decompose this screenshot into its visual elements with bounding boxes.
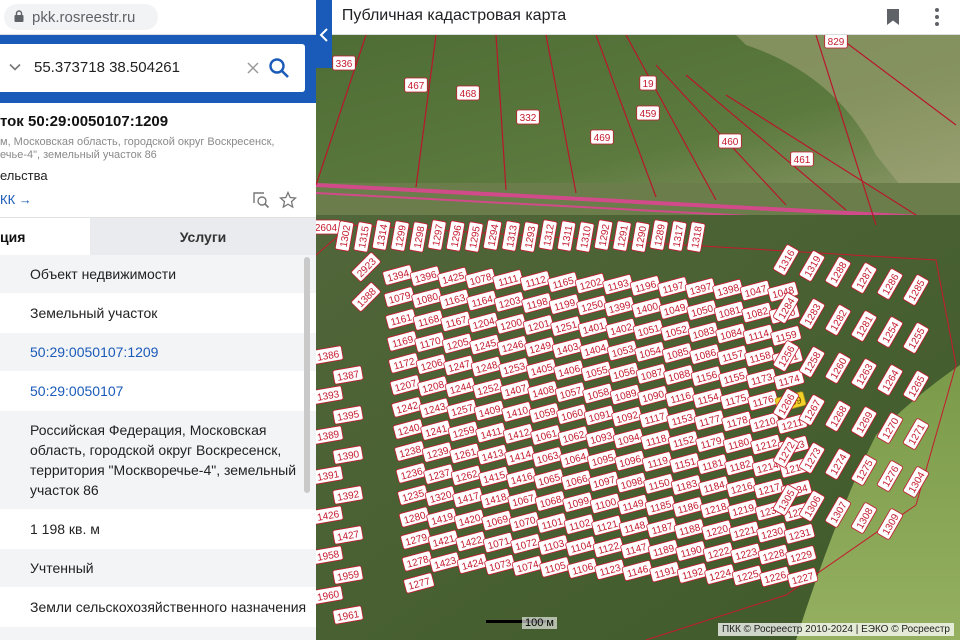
svg-text:829: 829 [828,37,845,48]
chevron-down-icon[interactable] [8,60,22,74]
parcel-label[interactable]: 332 [516,109,540,125]
menu-kebab-icon[interactable] [932,6,942,28]
search-input[interactable]: 55.373718 38.504261 [0,44,305,92]
bookmark-icon[interactable] [886,8,900,26]
object-kind: Земельный участок [0,294,316,333]
svg-text:460: 460 [722,137,739,148]
svg-text:332: 332 [520,113,537,124]
parcel-label[interactable]: 829 [824,35,848,49]
svg-text:19: 19 [642,79,654,90]
parcel-label[interactable]: 336 [332,55,356,71]
parcel-label[interactable]: 461 [790,151,814,167]
map-canvas[interactable]: 2604 1302 1315 1314 1299 1298 1297 1296 1295 1294… [316,35,960,640]
svg-text:2604: 2604 [316,223,338,234]
search-icon[interactable] [268,57,290,79]
lock-icon [14,10,24,22]
parcel-label[interactable]: 459 [636,105,660,121]
svg-text:336: 336 [336,59,353,70]
quarter-number-link[interactable]: 50:29:0050107 [0,372,316,411]
svg-text:459: 459 [640,109,657,120]
browser-toolbar: pkk.rosreestr.ru Публичная кадастровая к… [0,0,960,35]
object-title: ток 50:29:0050107:1209 [0,113,169,130]
property-list: Объект недвижимости Земельный участок 50… [0,255,316,640]
property-type: Объект недвижимости [0,255,316,294]
parcel-label[interactable]: 467 [404,77,428,93]
object-address: м, Московская область, городской округ В… [0,136,275,161]
map-copyright: ПКК © Росреестр 2010-2024 | ЕЭКО © Росре… [717,623,954,636]
area-value: 1 198 кв. м [0,510,316,549]
chevron-left-icon [319,28,328,42]
search-bar: 55.373718 38.504261 [0,35,316,103]
info-panel: 55.373718 38.504261 ток 50:29:0050107:12… [0,35,316,640]
tab-info-label: ция [0,229,26,245]
tab-info[interactable]: ция [0,218,90,256]
address-bar[interactable]: pkk.rosreestr.ru [4,4,158,30]
pkk-link[interactable]: КК → [0,192,32,207]
collapse-panel-button[interactable] [316,0,332,68]
tab-services[interactable]: Услуги [90,218,316,256]
svg-text:469: 469 [594,133,611,144]
scale-label: 100 м [522,617,557,629]
svg-text:468: 468 [460,89,477,100]
parcel-label[interactable]: 2604 [316,219,341,235]
parcel-label[interactable]: 469 [590,129,614,145]
zoom-to-object-icon[interactable] [252,191,270,209]
object-status: ельства [0,168,48,183]
status-value: Учтенный [0,549,316,588]
star-icon[interactable] [279,191,297,209]
search-value[interactable]: 55.373718 38.504261 [34,59,180,76]
panel-scrollbar[interactable] [304,257,310,493]
clear-icon[interactable] [246,61,260,75]
url-text: pkk.rosreestr.ru [32,9,136,26]
svg-text:467: 467 [408,81,425,92]
parcel-label[interactable]: 460 [718,133,742,149]
cadastral-map[interactable]: 2604 1302 1315 1314 1299 1298 1297 1296 1295 1294… [316,35,960,640]
parcel-label[interactable]: 468 [456,85,480,101]
tab-bar: ция Услуги [0,217,316,256]
address-value: Российская Федерация, Московская область… [0,411,316,510]
permitted-use-value: Для дачного строительства [0,627,316,640]
svg-text:461: 461 [794,155,811,166]
page-title: Публичная кадастровая карта [341,7,567,24]
tab-services-label: Услуги [179,229,227,245]
cadastral-number-link[interactable]: 50:29:0050107:1209 [0,333,316,372]
parcel-label[interactable]: 19 [639,75,657,91]
category-value: Земли сельскохозяйственного назначения [0,588,316,627]
